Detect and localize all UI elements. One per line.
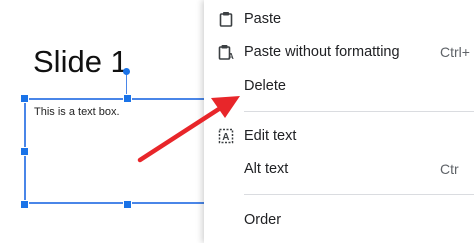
clipboard-icon xyxy=(218,11,234,27)
text-box-content[interactable]: This is a text box. xyxy=(34,106,120,118)
svg-text:A: A xyxy=(228,52,234,60)
resize-handle-top-center[interactable] xyxy=(123,94,132,103)
menu-item-paste[interactable]: Paste xyxy=(204,3,474,35)
menu-label: Edit text xyxy=(244,128,297,144)
svg-text:A: A xyxy=(222,132,229,143)
menu-label: Alt text xyxy=(244,161,289,177)
menu-divider xyxy=(244,111,474,112)
context-menu: Paste A Paste without formatting Ctrl+ D… xyxy=(204,0,474,243)
rotate-handle[interactable] xyxy=(123,68,130,75)
menu-item-order[interactable]: Order xyxy=(204,204,474,236)
resize-handle-bottom-left[interactable] xyxy=(20,200,29,209)
menu-label: Paste without formatting xyxy=(244,44,400,60)
menu-item-delete[interactable]: Delete xyxy=(204,70,474,102)
slide-title[interactable]: Slide 1 xyxy=(33,44,128,80)
menu-item-alt-text[interactable]: Alt text Ctr xyxy=(204,153,474,185)
resize-handle-bottom-center[interactable] xyxy=(123,200,132,209)
menu-label: Order xyxy=(244,212,282,228)
resize-handle-middle-left[interactable] xyxy=(20,147,29,156)
menu-label: Paste xyxy=(244,11,282,27)
menu-item-paste-without-formatting[interactable]: A Paste without formatting Ctrl+ xyxy=(204,36,474,68)
menu-shortcut: Ctrl+ xyxy=(440,44,470,60)
resize-handle-top-left[interactable] xyxy=(20,94,29,103)
menu-label: Delete xyxy=(244,78,286,94)
selected-text-box[interactable]: This is a text box. xyxy=(24,98,214,204)
menu-item-edit-text[interactable]: A Edit text xyxy=(204,120,474,152)
clipboard-text-icon: A xyxy=(218,44,234,61)
menu-divider xyxy=(244,194,474,195)
edit-text-icon: A xyxy=(218,128,234,144)
rotate-handle-stem xyxy=(126,74,127,96)
menu-shortcut: Ctr xyxy=(440,161,459,177)
